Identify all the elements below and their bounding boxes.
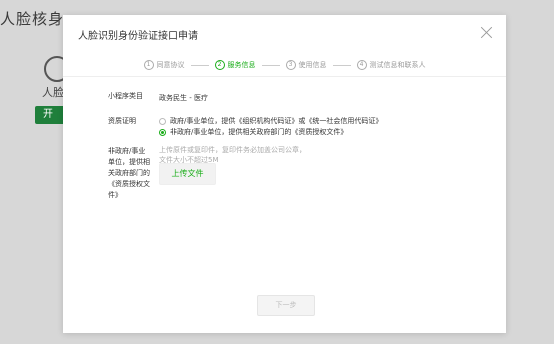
divider [63,76,506,77]
step-separator [332,64,351,66]
next-button[interactable]: 下一步 [257,295,315,316]
page-title: 人脸核身 [0,10,65,28]
radio-button[interactable] [159,117,166,125]
step-separator [261,64,280,66]
radio-label: 非政府/事业单位，提供相关政府部门的《资质授权文件》 [170,128,348,136]
close-icon[interactable] [480,26,493,39]
category-value: 政务民生 - 医疗 [159,94,208,102]
upload-hint: 上传原件或复印件，复印件务必加盖公司公章，文件大小不超过5M [159,146,306,164]
step-label: 服务信息 [227,61,256,69]
radio-label: 政府/事业单位，提供《组织机构代码证》或《统一社会信用代码证》 [170,117,383,125]
radio-option-government[interactable]: 政府/事业单位，提供《组织机构代码证》或《统一社会信用代码证》 [159,116,382,126]
category-label: 小程序类目 [108,92,143,100]
radio-button-checked[interactable] [159,128,166,136]
qualification-label: 资质证明 [108,117,136,125]
step-2: 2 服务信息 [214,60,256,70]
step-3: 3 使用信息 [285,60,327,70]
application-dialog: 人脸识别身份验证接口申请 1 同意协议 2 服务信息 3 使用信息 4 测试信息… [63,15,506,333]
radio-option-non-government[interactable]: 非政府/事业单位，提供相关政府部门的《资质授权文件》 [159,127,347,137]
step-number: 1 [143,60,154,70]
step-label: 测试信息和联系人 [369,61,426,69]
upload-button[interactable]: 上传文件 [159,163,216,185]
step-number: 3 [285,60,296,70]
dialog-title: 人脸识别身份验证接口申请 [78,31,198,42]
step-1: 1 同意协议 [143,60,185,70]
step-number: 4 [356,60,367,70]
step-label: 同意协议 [156,61,185,69]
step-number: 2 [214,60,225,70]
step-4: 4 测试信息和联系人 [356,60,426,70]
document-label: 非政府/事业单位，提供相关政府部门的《资质授权文件》 [108,147,150,199]
step-progress: 1 同意协议 2 服务信息 3 使用信息 4 测试信息和联系人 [63,55,506,75]
step-label: 使用信息 [298,61,327,69]
step-separator [190,64,209,66]
